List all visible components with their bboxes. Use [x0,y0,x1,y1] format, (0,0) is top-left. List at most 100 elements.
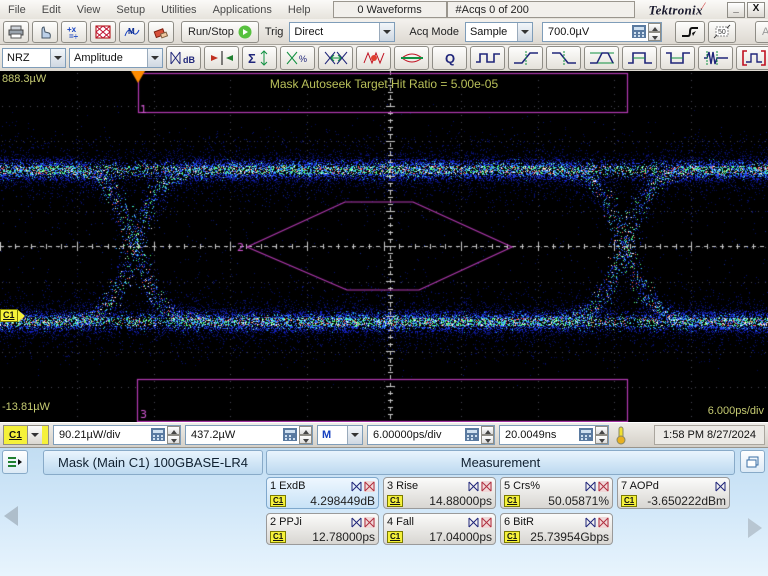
eye-mask-red-icon [364,516,375,528]
slope-icon [681,26,698,37]
menu-utilities[interactable]: Utilities [153,2,204,18]
chevron-down-icon [30,433,39,441]
measure-jitter-button[interactable] [356,46,391,70]
horizontal-position-input[interactable]: 20.0049ns [499,425,609,445]
collapse-left-icon[interactable] [4,506,18,526]
measurement-label: 2 PPJi [270,516,302,528]
measure-eye-db-button[interactable]: dB [166,46,201,70]
measurement-card-exdb[interactable]: 1 ExdB C1 4.298449dB [266,477,379,509]
minimize-button[interactable]: _ [727,1,745,18]
channel-badge: C1 [387,530,404,543]
vertical-offset-stepper[interactable] [299,426,312,444]
period-icon [475,53,500,63]
measurement-card-rise[interactable]: 3 Rise C1 14.88000ps [383,477,496,509]
close-button[interactable]: X [747,1,765,18]
svg-text:M: M [128,27,135,36]
acq-mode-label: Acq Mode [409,25,459,38]
measure-eye-open-button[interactable] [394,46,429,70]
eye-mask-red-icon [481,480,492,492]
measurement-card-bitrate[interactable]: 6 BitR C1 25.73954Gbps [500,513,613,545]
measure-fall-button[interactable] [546,46,581,70]
trigger-source-select[interactable]: Direct [289,21,396,42]
waveform-display[interactable]: 888.3µW Mask Autoseek Target Hit Ratio =… [0,71,768,479]
measurement-card-crossing[interactable]: 5 Crs% C1 50.05871% [500,477,613,509]
trigger-level-input[interactable]: 700.0µV [541,21,662,42]
channel-badge: C1 [270,494,287,507]
eye-mask-red-icon [481,516,492,528]
measure-q-factor-button[interactable]: Q [432,46,467,70]
print-button[interactable] [3,20,29,43]
touch-screen-button[interactable] [32,20,58,43]
signal-type-select[interactable]: NRZ [2,48,66,68]
measure-pos-width-button[interactable] [622,46,657,70]
measure-neg-width-button[interactable] [660,46,695,70]
run-icon [238,25,252,38]
measure-crossing-button[interactable]: % [280,46,315,70]
level-stepper[interactable] [647,22,661,41]
keypad-icon [579,428,593,441]
horizontal-scale-stepper[interactable] [481,426,494,444]
measure-burst-button[interactable] [698,46,733,70]
peak-peak-icon [589,52,614,64]
measurement-value: 4.298449dB [310,493,375,508]
measure-category-select[interactable]: Amplitude [69,48,163,68]
nrz-gate-icon [741,50,766,66]
measure-amplitude-button[interactable] [584,46,619,70]
vertical-scale-input[interactable]: 90.21µW/div [53,425,181,445]
run-stop-button[interactable]: Run/Stop [181,20,259,43]
math-setup-button[interactable]: +x =÷ [61,20,87,43]
measure-eye-width-button[interactable] [318,46,353,70]
menu-file[interactable]: File [0,2,34,18]
measurement-label: 6 BitR [504,516,534,528]
menu-help[interactable]: Help [280,2,319,18]
menu-setup[interactable]: Setup [108,2,153,18]
horizontal-position-stepper[interactable] [595,426,608,444]
horizontal-scale-input[interactable]: 6.00000ps/div [367,425,495,445]
horizontal-fit-button[interactable]: 50 [707,20,736,43]
chevron-down-icon [351,433,359,441]
printer-icon [8,25,24,38]
menu-edit[interactable]: Edit [34,2,69,18]
measurement-card-ppji[interactable]: 2 PPJi C1 12.78000ps [266,513,379,545]
define-math-button[interactable]: M [119,20,145,43]
eraser-icon [153,27,169,39]
timebase-select[interactable]: M [317,425,363,445]
burst-icon [703,51,728,65]
measure-autoset-button[interactable] [204,46,239,70]
mask-button[interactable] [90,20,116,43]
eye-mask-red-icon [364,480,375,492]
acq-mode-select[interactable]: Sample [464,21,533,42]
measure-period-button[interactable] [470,46,505,70]
measurement-panel-header[interactable]: Measurement [266,450,735,475]
restore-panel-button[interactable] [740,450,765,473]
channel-select[interactable]: C1 [3,425,49,445]
svg-text:Σ: Σ [248,51,256,66]
measurement-value: -3.650222dBm [647,493,726,508]
trigger-slope-button[interactable] [674,20,705,43]
measurement-card-fall[interactable]: 4 Fall C1 17.04000ps [383,513,496,545]
thermometer-icon[interactable] [613,425,629,445]
mask-panel-header[interactable]: Mask (Main C1) 100GBASE-LR4 [43,450,263,475]
clear-data-button[interactable] [148,20,174,43]
measure-rise-button[interactable] [508,46,543,70]
measure-gate-button[interactable] [736,46,768,70]
vertical-scale-stepper[interactable] [167,426,180,444]
q-factor-icon: Q [445,51,455,66]
fifty-icon: 50 [713,24,731,39]
measure-eye-height-button[interactable]: Σ [242,46,277,70]
app-button[interactable]: App [754,20,768,43]
measurement-value: 17.04000ps [429,529,492,544]
mask-settings-button[interactable] [2,450,28,474]
scroll-right-icon[interactable] [748,518,762,538]
menu-view[interactable]: View [69,2,109,18]
waveform-math-icon: M [124,27,140,36]
svg-text:dB: dB [183,55,195,65]
channel-reference-marker[interactable]: C1 [0,309,31,322]
mask-autoseek-label: Mask Autoseek Target Hit Ratio = 5.00e-0… [269,77,499,91]
menu-applications[interactable]: Applications [205,2,280,18]
vertical-offset-input[interactable]: 437.2µW [185,425,313,445]
eye-diagram-canvas[interactable] [0,71,768,422]
measurement-card-aopd[interactable]: 7 AOPd C1 -3.650222dBm [617,477,730,509]
results-panel: Mask (Main C1) 100GBASE-LR4 Mask1 0 Mask… [0,448,768,576]
oscilloscope-application: File Edit View Setup Utilities Applicati… [0,0,768,576]
